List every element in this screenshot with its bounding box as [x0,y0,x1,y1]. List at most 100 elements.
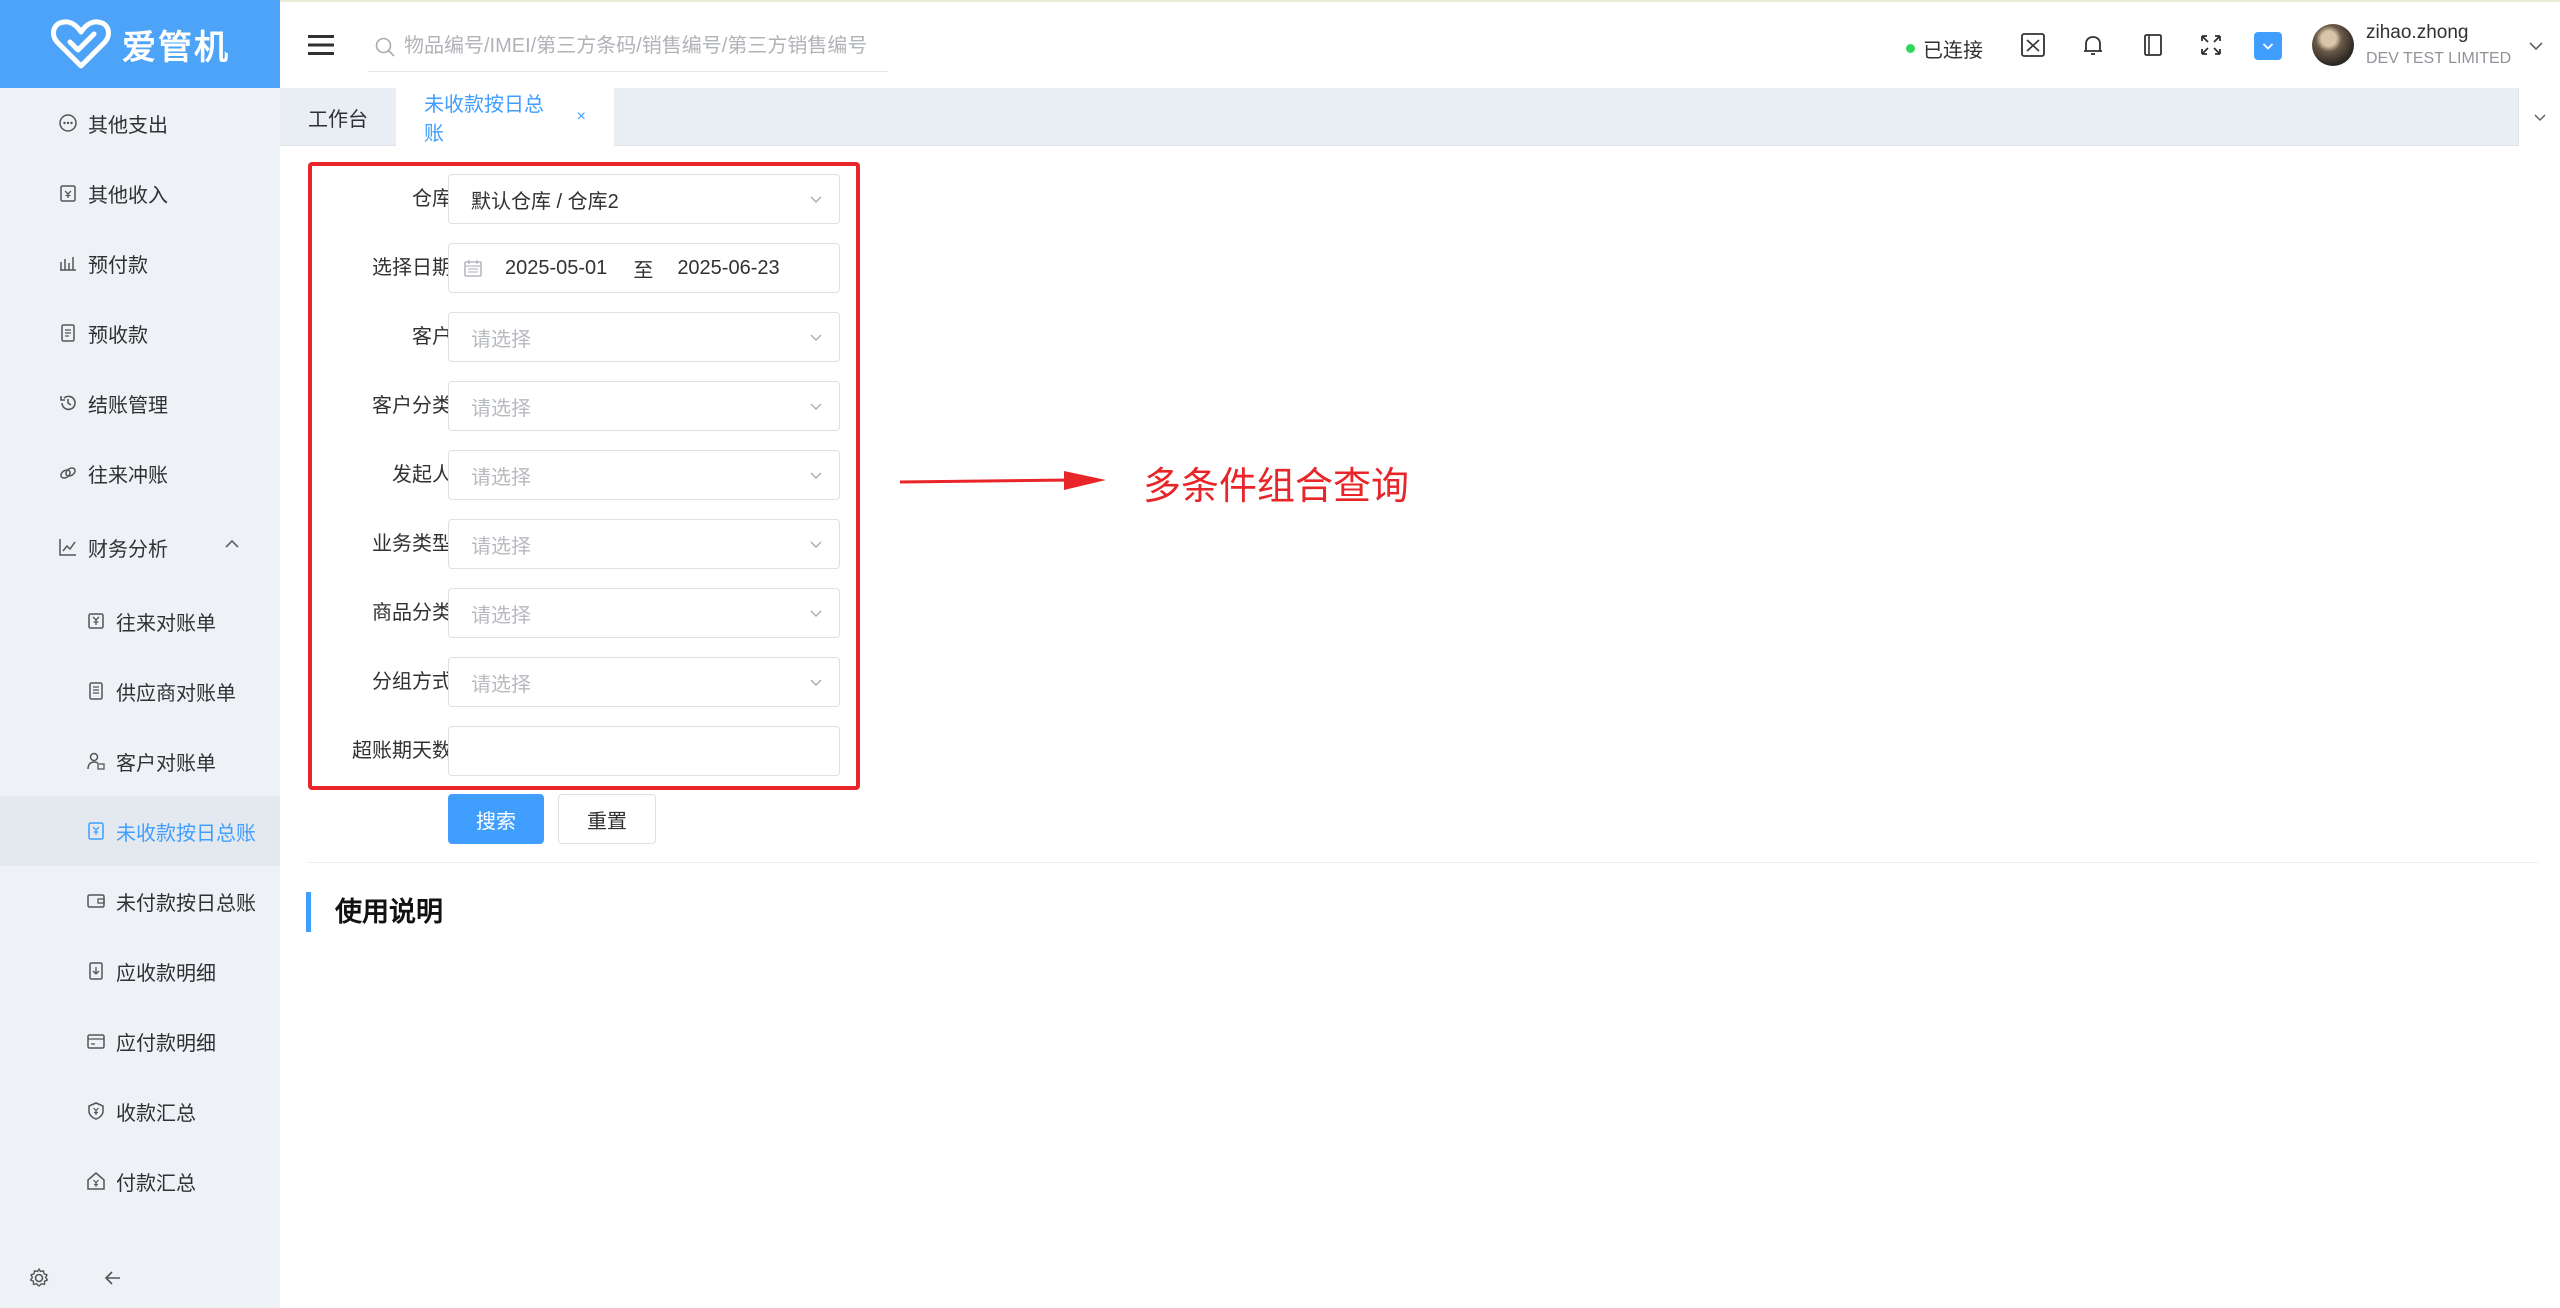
user-org: DEV TEST LIMITED [2366,50,2512,67]
translate-icon[interactable] [2020,32,2046,58]
sidebar-item-label: 预收款 [88,324,148,347]
tab-unreceived-daily-ledger[interactable]: 未收款按日总账 × [396,88,614,146]
search-button[interactable]: 搜索 [448,794,544,844]
fullscreen-icon[interactable] [2198,32,2224,58]
product-category-select[interactable]: 请选择 [448,588,840,638]
business-type-select[interactable]: 请选择 [448,519,840,569]
tabs-dropdown-button[interactable] [2518,88,2560,146]
sidebar-item-label: 往来冲账 [88,464,168,487]
sidebar-item-offset[interactable]: 往来冲账 [0,438,280,508]
select-placeholder: 请选择 [471,397,531,420]
tabs-bar: 工作台 未收款按日总账 × [280,88,2560,146]
sidebar-item-label: 供应商对账单 [116,682,236,705]
sidebar-menu: 其他支出 其他收入 预付款 预收款 结账管理 往来冲账 财务分析 往来对账单 供… [0,88,280,1216]
chevron-down-icon [810,403,822,410]
search-icon [375,37,395,57]
hamburger-icon[interactable] [308,34,334,56]
sidebar-item-customer-statement[interactable]: 客户对账单 [0,726,280,796]
field-label: 商品分类 [372,602,452,624]
sidebar-item-advance-receipt[interactable]: 预收款 [0,298,280,368]
form-row-warehouse: 仓库 默认仓库 / 仓库2 [312,174,864,226]
form-row-initiator: 发起人 请选择 [312,450,864,502]
sidebar-item-label: 预付款 [88,254,148,277]
user-info[interactable]: zihao.zhong DEV TEST LIMITED [2366,22,2511,68]
sidebar-item-other-income[interactable]: 其他收入 [0,158,280,228]
customer-category-select[interactable]: 请选择 [448,381,840,431]
field-label: 业务类型 [372,533,452,555]
yen-doc-icon [86,821,106,841]
warehouse-select[interactable]: 默认仓库 / 仓库2 [448,174,840,224]
chevron-down-icon [810,610,822,617]
chevron-down-icon [2533,114,2546,122]
bell-icon[interactable] [2080,32,2106,58]
user-lock-icon [86,751,106,771]
logo-text: 爱管机 [122,27,230,68]
sidebar-item-label: 收款汇总 [116,1102,196,1125]
group-by-select[interactable]: 请选择 [448,657,840,707]
reset-button[interactable]: 重置 [558,794,656,844]
sidebar-item-label: 未付款按日总账 [116,892,256,915]
connection-status: 已连接 [1906,34,1983,63]
tab-workbench[interactable]: 工作台 [280,88,396,146]
form-row-customer-category: 客户分类 请选择 [312,381,864,433]
close-icon[interactable]: × [577,108,586,126]
sidebar-item-label: 其他支出 [88,114,168,137]
calendar-yen-icon [58,183,78,203]
chart-doc-icon [58,253,78,273]
annotation-text: 多条件组合查询 [1143,464,1410,508]
chevron-down-icon[interactable] [2526,36,2546,56]
initiator-select[interactable]: 请选择 [448,450,840,500]
chevron-up-icon[interactable] [222,534,242,554]
sidebar-item-payable-detail[interactable]: 应付款明细 [0,1006,280,1076]
sidebar-item-label: 客户对账单 [116,752,216,775]
list-doc-icon [86,681,106,701]
select-placeholder: 请选择 [471,328,531,351]
receipt-icon [58,323,78,343]
home-yen-icon [86,1171,106,1191]
gear-icon[interactable] [28,1267,50,1289]
sidebar-item-supplier-statement[interactable]: 供应商对账单 [0,656,280,726]
field-label: 超账期天数 [352,740,452,762]
sidebar-item-other-expense[interactable]: 其他支出 [0,88,280,158]
tab-label: 未收款按日总账 [424,94,544,145]
sidebar-item-account-statement[interactable]: 往来对账单 [0,586,280,656]
top-header: 已连接 zihao.zhong DEV TEST LIMITED [280,0,2560,88]
notebook-icon[interactable] [2140,32,2166,58]
sidebar-item-closing[interactable]: 结账管理 [0,368,280,438]
sidebar-item-label: 付款汇总 [116,1172,196,1195]
date-range-picker[interactable]: 2025-05-01 至 2025-06-23 [448,243,840,293]
sidebar-item-receipt-summary[interactable]: 收款汇总 [0,1076,280,1146]
user-name: zihao.zhong [2366,22,2469,43]
end-date[interactable]: 2025-06-23 [677,257,779,280]
select-placeholder: 请选择 [471,466,531,489]
avatar[interactable] [2312,24,2354,66]
form-row-business-type: 业务类型 请选择 [312,519,864,571]
sidebar-item-unpaid-daily-ledger[interactable]: 未付款按日总账 [0,866,280,936]
link-icon [58,463,78,483]
chart-icon [58,537,78,557]
overdue-days-input[interactable] [448,726,840,776]
sidebar-item-label: 其他收入 [88,184,168,207]
sidebar-item-label: 往来对账单 [116,612,216,635]
sidebar-footer [0,1248,280,1308]
sidebar-item-receivable-detail[interactable]: 应收款明细 [0,936,280,1006]
sidebar-item-unreceived-daily-ledger[interactable]: 未收款按日总账 [0,796,280,866]
sidebar-group-finance-analysis[interactable]: 财务分析 [0,508,280,586]
sidebar-item-prepayment[interactable]: 预付款 [0,228,280,298]
status-dot [1906,44,1915,53]
customer-select[interactable]: 请选择 [448,312,840,362]
sidebar-item-label: 应收款明细 [116,962,216,985]
chevron-down-icon [2262,43,2274,50]
start-date[interactable]: 2025-05-01 [505,257,607,280]
search-input[interactable] [404,35,884,58]
dropdown-toggle-button[interactable] [2254,32,2282,60]
sidebar-group-label: 财务分析 [88,538,168,561]
heart-logo-icon [51,19,111,69]
chevron-down-icon [810,334,822,341]
shield-yen-icon [86,1101,106,1121]
app-root: 爱管机 其他支出 其他收入 预付款 预收款 结账管理 往来冲账 财务分析 往来对… [0,0,2560,1308]
sidebar-item-payment-summary[interactable]: 付款汇总 [0,1146,280,1216]
sidebar-item-label: 未收款按日总账 [116,822,256,845]
logo[interactable]: 爱管机 [0,0,280,88]
collapse-arrow-icon[interactable] [102,1267,124,1289]
